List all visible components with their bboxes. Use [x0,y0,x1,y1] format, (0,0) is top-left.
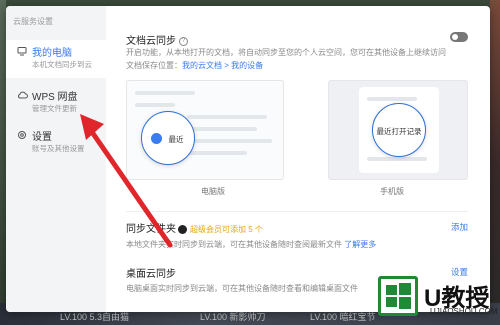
preview-line [135,91,195,95]
computer-icon [17,46,27,56]
phone-caption: 手机版 [380,187,404,196]
desktop-sync-description: 电脑桌面实时同步到云端，可在其他设备随时查看和编辑桌面文件 [126,284,358,293]
preview-line [187,115,267,119]
sync-toggle[interactable] [450,32,468,42]
sidebar-item-my-computer[interactable]: 我的电脑 本机文档同步到云 [6,40,106,78]
carousel-dots[interactable] [387,173,411,179]
add-folder-button[interactable]: 添加 [451,221,468,233]
vip-crown-icon [178,224,187,234]
recent-badge: 最近 [141,111,195,165]
sync-location: 文档保存位置：我的云文档 > 我的设备 [126,61,264,70]
sidebar-title: 云服务设置 [13,17,53,26]
preview-line [367,97,417,101]
sidebar-item-label: 我的电脑 [32,48,72,59]
sync-folder-title: 同步文件夹 超级会员可添加 5 个 [126,224,263,235]
sync-folder-description: 本地文件夹实时同步到云端，可在其他设备随时查阅最新文件 了解更多 [126,240,377,249]
sidebar-item-sub: 本机文档同步到云 [32,60,92,69]
pc-preview-card: 最近 [126,80,284,180]
sidebar-item-sub: 管理文件更新 [32,104,77,113]
divider [126,211,468,212]
sidebar-item-sub: 账号及其他设置 [32,144,85,153]
preview-line [135,103,175,107]
windows-logo-icon [378,276,418,316]
recent-open-badge: 最近打开记录 [372,103,426,157]
main-panel: 文档云同步? 开启功能，从本地打开的文档，将自动同步至您的个人云空间，您可在其他… [106,6,490,312]
learn-more-link[interactable]: 了解更多 [344,240,376,249]
sync-title: 文档云同步? [126,32,188,47]
sidebar: 云服务设置 我的电脑 本机文档同步到云 WPS 网盘 管理文件更新 设置 账号及… [6,6,106,312]
cloud-settings-dialog: 云服务设置 我的电脑 本机文档同步到云 WPS 网盘 管理文件更新 设置 账号及… [6,6,490,312]
help-icon[interactable]: ? [179,36,188,46]
watermark-logo: U教授 UJIAOSHOU.COM [374,272,498,322]
sync-description: 开启功能，从本地打开的文档，将自动同步至您的个人云空间，您可在其他设备上继续访问 [126,48,446,57]
sidebar-item-wps-drive[interactable]: WPS 网盘 管理文件更新 [6,84,106,122]
sidebar-item-label: 设置 [32,132,52,143]
gear-icon [17,130,27,140]
pc-caption: 电脑版 [201,187,225,196]
watermark-url: UJIAOSHOU.COM [430,307,498,316]
preview-line [187,127,257,131]
cloud-location-link[interactable]: 我的云文档 > 我的设备 [182,61,263,70]
desktop-sync-title: 桌面云同步 [126,269,176,280]
sidebar-item-label: WPS 网盘 [32,92,78,103]
preview-line [367,157,427,161]
cloud-icon [17,90,28,100]
sidebar-item-settings[interactable]: 设置 账号及其他设置 [6,124,106,162]
phone-preview-card: 最近打开记录 [328,80,468,180]
preview-line [187,151,247,155]
phone-mockup: 最近打开记录 [359,87,439,173]
